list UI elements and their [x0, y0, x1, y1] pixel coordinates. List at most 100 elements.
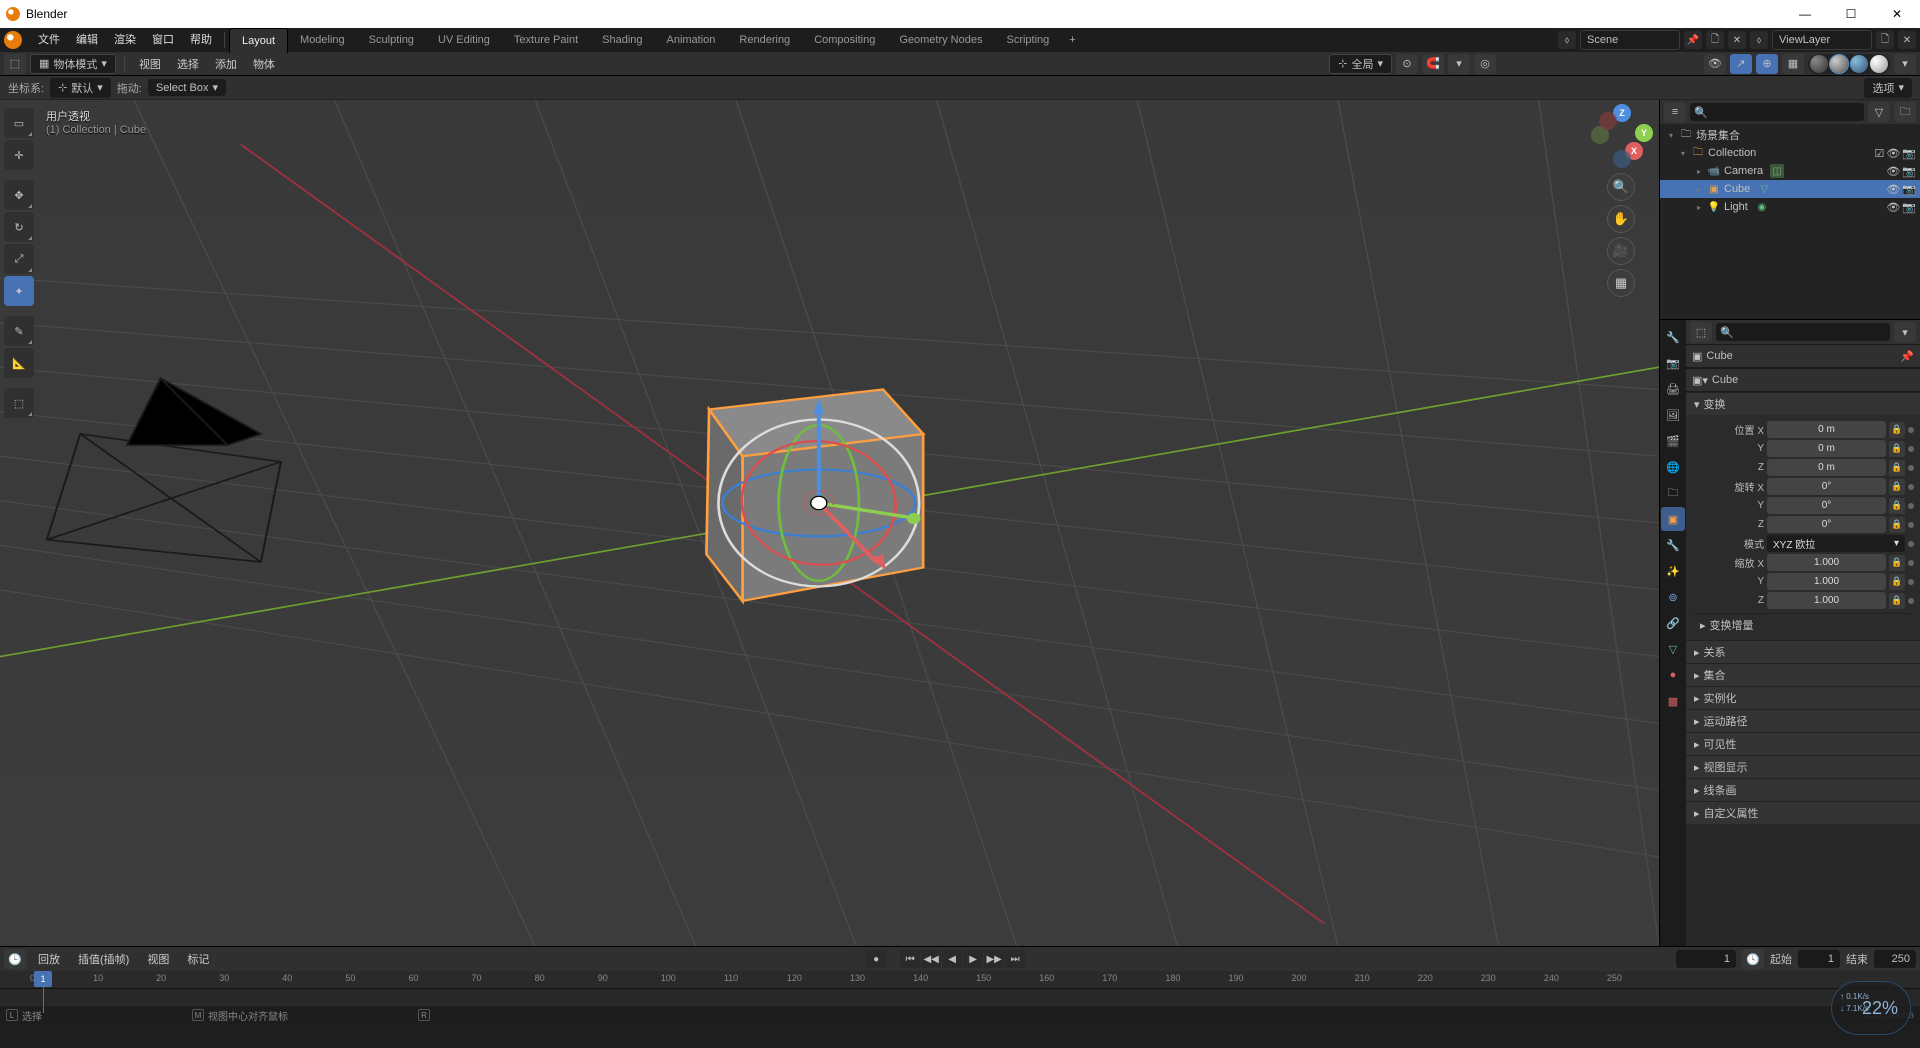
workspace-tab-sculpting[interactable]: Sculpting [357, 28, 426, 53]
menu-file[interactable]: 文件 [30, 28, 68, 52]
material-shading-icon[interactable] [1850, 55, 1868, 73]
workspace-tab-texture-paint[interactable]: Texture Paint [502, 28, 590, 53]
measure-tool[interactable]: 📐 [4, 348, 34, 378]
play-reverse-button[interactable]: ◀ [942, 950, 962, 968]
mode-dropdown[interactable]: ▦ 物体模式▾ [30, 54, 116, 74]
perspective-toggle-icon[interactable]: ▦ [1608, 270, 1634, 296]
panel-relations-header[interactable]: ▸关系 [1686, 640, 1920, 663]
ptab-object[interactable]: ▣ [1661, 507, 1685, 531]
ptab-particles[interactable]: ✨ [1661, 559, 1685, 583]
panel-delta-header[interactable]: ▸变换增量 [1692, 613, 1914, 636]
workspace-tab-geometry-nodes[interactable]: Geometry Nodes [887, 28, 994, 53]
properties-options-icon[interactable]: ▾ [1894, 322, 1916, 342]
panel-transform-header[interactable]: ▾变换 [1686, 392, 1920, 415]
outliner-editor-icon[interactable]: ≡ [1664, 102, 1686, 122]
viewlayer-new-icon[interactable]: 🗋 [1876, 31, 1894, 49]
vp-menu-add[interactable]: 添加 [209, 56, 243, 72]
scene-new-icon[interactable]: 🗋 [1706, 31, 1724, 49]
object-breadcrumb[interactable]: ▣Cube 📌 [1686, 344, 1920, 368]
workspace-tab-compositing[interactable]: Compositing [802, 28, 887, 53]
vp-menu-view[interactable]: 视图 [133, 56, 167, 72]
vp-menu-object[interactable]: 物体 [247, 56, 281, 72]
rotate-tool[interactable]: ↻ [4, 212, 34, 242]
scl-x-field[interactable]: 1.000 [1767, 554, 1886, 571]
scene-collection-row[interactable]: ▾🗀场景集合 [1660, 126, 1920, 144]
ptab-viewlayer[interactable]: 🖼 [1661, 403, 1685, 427]
outliner-item-camera[interactable]: ▸📹Camera◫👁📷 [1660, 162, 1920, 180]
prev-keyframe-button[interactable]: ◀◀ [921, 950, 941, 968]
pan-icon[interactable]: ✋ [1608, 206, 1634, 232]
rot-x-field[interactable]: 0° [1767, 478, 1886, 495]
ptab-data[interactable]: ▽ [1661, 637, 1685, 661]
panel-collections-header[interactable]: ▸集合 [1686, 663, 1920, 686]
panel-lineart-header[interactable]: ▸线条画 [1686, 778, 1920, 801]
editor-type-icon[interactable]: ⬚ [4, 54, 26, 74]
ptab-output[interactable]: 🖨 [1661, 377, 1685, 401]
properties-editor-icon[interactable]: ⬚ [1690, 322, 1712, 342]
scene-pin-icon[interactable]: 📌 [1684, 31, 1702, 49]
viewport-options-dropdown[interactable]: 选项▾ [1864, 78, 1912, 98]
ptab-physics[interactable]: ⊚ [1661, 585, 1685, 609]
coord-dropdown[interactable]: ⊹默认▾ [50, 78, 111, 98]
camera-view-icon[interactable]: 🎥 [1608, 238, 1634, 264]
panel-instancing-header[interactable]: ▸实例化 [1686, 686, 1920, 709]
data-breadcrumb[interactable]: ▣▾Cube [1686, 368, 1920, 392]
workspace-tab-rendering[interactable]: Rendering [727, 28, 802, 53]
outliner-filter-icon[interactable]: ▽ [1868, 102, 1890, 122]
overlay-toggle-icon[interactable]: ⊕ [1756, 54, 1778, 74]
3d-viewport[interactable]: ▭ ✛ ✥ ↻ ⤢ ✦ ✎ 📐 ⬚ 用户透视 (1) Collection | … [0, 100, 1660, 946]
scene-browse-icon[interactable]: ⬨ [1558, 31, 1576, 49]
panel-viewport-header[interactable]: ▸视图显示 [1686, 755, 1920, 778]
workspace-tab-modeling[interactable]: Modeling [288, 28, 357, 53]
loc-z-field[interactable]: 0 m [1767, 459, 1886, 476]
tl-view[interactable]: 视图 [141, 951, 175, 967]
tl-marker[interactable]: 标记 [181, 951, 215, 967]
pivot-icon[interactable]: ⊙ [1396, 54, 1418, 74]
orientation-dropdown[interactable]: ⊹全局▾ [1329, 54, 1392, 74]
visibility-icon[interactable]: 👁 [1704, 54, 1726, 74]
wireframe-shading-icon[interactable] [1810, 55, 1828, 73]
outliner-item-light[interactable]: ▸💡Light◉👁📷 [1660, 198, 1920, 216]
ptab-texture[interactable]: ▩ [1661, 689, 1685, 713]
rotation-mode-dropdown[interactable]: XYZ 欧拉▾ [1767, 535, 1905, 552]
axis-gizmo[interactable]: Z Y X [1591, 108, 1651, 168]
properties-search[interactable]: 🔍 [1716, 323, 1890, 341]
viewlayer-del-icon[interactable]: ✕ [1898, 31, 1916, 49]
ptab-material[interactable]: ● [1661, 663, 1685, 687]
timeline-editor-icon[interactable]: 🕒 [4, 949, 26, 969]
lock-icon[interactable]: 🔒 [1889, 422, 1905, 438]
outliner-search[interactable]: 🔍 [1690, 103, 1864, 121]
add-cube-tool[interactable]: ⬚ [4, 388, 34, 418]
tl-keying[interactable]: 插值(插帧) [72, 951, 135, 967]
maximize-button[interactable]: ☐ [1828, 0, 1874, 28]
transform-tool[interactable]: ✦ [4, 276, 34, 306]
move-tool[interactable]: ✥ [4, 180, 34, 210]
zoom-icon[interactable]: 🔍 [1608, 174, 1634, 200]
collection-row[interactable]: ▾🗀Collection ☑👁📷 [1660, 144, 1920, 162]
scene-name-field[interactable]: Scene [1580, 30, 1680, 50]
outliner-new-collection-icon[interactable]: 🗀 [1894, 102, 1916, 122]
scl-y-field[interactable]: 1.000 [1767, 573, 1886, 590]
minimize-button[interactable]: — [1782, 0, 1828, 28]
loc-x-field[interactable]: 0 m [1767, 421, 1886, 438]
viewlayer-name-field[interactable]: ViewLayer [1772, 30, 1872, 50]
autokey-toggle[interactable]: ● [866, 950, 886, 968]
annotate-tool[interactable]: ✎ [4, 316, 34, 346]
snap-toggle-icon[interactable]: 🧲 [1422, 54, 1444, 74]
solid-shading-icon[interactable] [1830, 55, 1848, 73]
panel-visibility-header[interactable]: ▸可见性 [1686, 732, 1920, 755]
ptab-render[interactable]: 📷 [1661, 351, 1685, 375]
workspace-tab-animation[interactable]: Animation [655, 28, 728, 53]
proportional-edit-icon[interactable]: ◎ [1474, 54, 1496, 74]
play-button[interactable]: ▶ [963, 950, 983, 968]
add-workspace-button[interactable]: + [1061, 34, 1083, 46]
workspace-tab-layout[interactable]: Layout [229, 28, 288, 53]
vp-menu-select[interactable]: 选择 [171, 56, 205, 72]
drag-dropdown[interactable]: Select Box▾ [148, 79, 226, 96]
menu-render[interactable]: 渲染 [106, 28, 144, 52]
ptab-world[interactable]: 🌐 [1661, 455, 1685, 479]
rendered-shading-icon[interactable] [1870, 55, 1888, 73]
scale-tool[interactable]: ⤢ [4, 244, 34, 274]
menu-help[interactable]: 帮助 [182, 28, 220, 52]
cursor-tool[interactable]: ✛ [4, 140, 34, 170]
